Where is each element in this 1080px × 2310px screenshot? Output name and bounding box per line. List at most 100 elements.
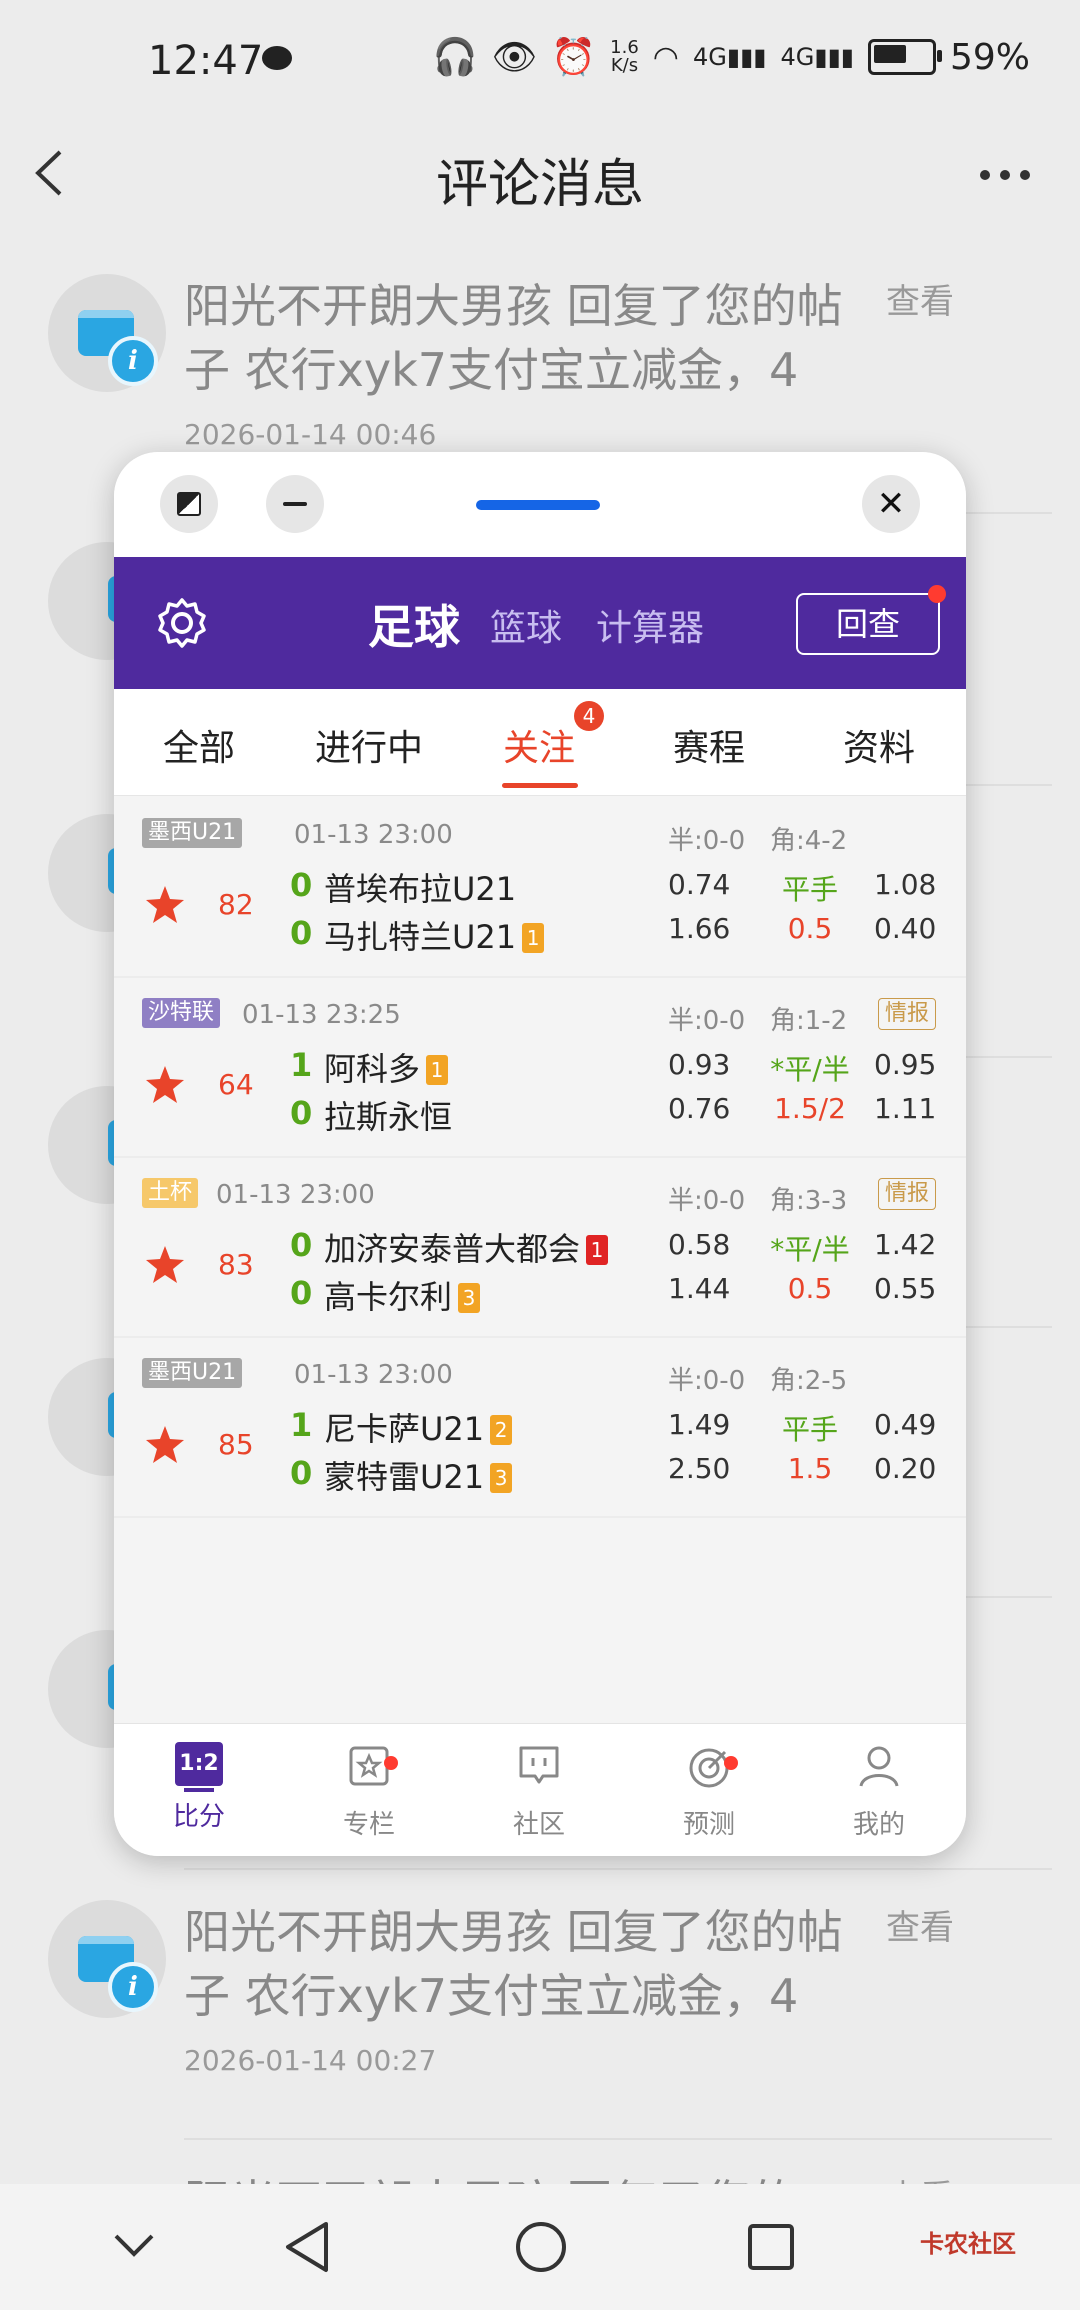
match-minute: 83 xyxy=(218,1248,254,1281)
divider xyxy=(966,1056,1052,1058)
odds-away: 0.49 xyxy=(874,1408,937,1441)
match-time: 01-13 23:25 xyxy=(242,1000,401,1030)
score-icon: 1:2 xyxy=(175,1742,223,1786)
minimize-icon[interactable] xyxy=(266,475,324,533)
half-score: 半:0-0 xyxy=(668,1006,746,1036)
tab-all[interactable]: 全部 xyxy=(114,719,284,771)
corner-count: 角:3-3 xyxy=(770,1186,848,1216)
fullscreen-toggle-icon[interactable] xyxy=(160,475,218,533)
tab-basketball[interactable]: 篮球 xyxy=(490,599,562,651)
card-count-badge: 3 xyxy=(458,1283,481,1313)
match-row[interactable]: 土杯 01-13 23:00 半:0-0 角:3-3 情报 83 0 加济安泰普大都会 1 0 高卡… xyxy=(114,1156,966,1338)
league-badge: 墨西U21 xyxy=(142,818,243,848)
star-icon[interactable] xyxy=(144,1424,186,1466)
bottom-nav: 1:2 比分 专栏 社区 预测 我的 xyxy=(114,1723,966,1856)
drag-handle[interactable] xyxy=(476,500,600,510)
match-minute: 82 xyxy=(218,888,254,921)
star-icon[interactable] xyxy=(144,1244,186,1286)
divider xyxy=(966,1596,1052,1598)
community-icon xyxy=(519,1746,559,1784)
intel-badge[interactable]: 情报 xyxy=(878,998,936,1030)
match-row[interactable]: 墨西U21 01-13 23:00 半:0-0 角:2-5 85 1 尼卡萨U21 2 0 蒙特雷… xyxy=(114,1336,966,1518)
odds-away-2: 0.20 xyxy=(874,1452,937,1485)
app-header: 评论消息 xyxy=(0,120,1080,230)
tab-calculator[interactable]: 计算器 xyxy=(596,599,704,651)
home-team: 普埃布拉U21 xyxy=(324,870,517,908)
odds-home: 0.74 xyxy=(668,868,731,901)
handicap-line: 1.5 xyxy=(787,1452,833,1485)
intel-badge[interactable]: 情报 xyxy=(878,1178,936,1210)
status-bar: 12:47 🎧 👁 ⏰ 1.6 K/s ◠ 4G▮▮▮ 4G▮▮▮ 59% xyxy=(0,0,1080,120)
tab-schedule[interactable]: 赛程 xyxy=(624,719,794,771)
home-score: 0 xyxy=(290,1226,313,1264)
odds-away-2: 1.11 xyxy=(874,1092,937,1125)
active-tab-indicator xyxy=(502,783,578,788)
match-row[interactable]: 墨西U21 01-13 23:00 半:0-0 角:4-2 82 0 普埃布拉U21 0 马扎特… xyxy=(114,796,966,978)
away-team: 高卡尔利 3 xyxy=(324,1272,481,1318)
view-link[interactable]: 查看 xyxy=(886,274,954,323)
divider xyxy=(966,1326,1052,1328)
handicap: *平/半 xyxy=(770,1233,850,1266)
message-notification-icon xyxy=(262,46,292,70)
recents-square-icon[interactable] xyxy=(746,2222,796,2272)
collapse-icon[interactable] xyxy=(112,2230,156,2260)
alarm-icon: ⏰ xyxy=(551,37,597,78)
nav-profile[interactable]: 我的 xyxy=(794,1742,964,1841)
half-score: 半:0-0 xyxy=(668,1186,746,1216)
notification-dot xyxy=(384,1756,398,1770)
more-options-icon[interactable] xyxy=(980,170,1030,180)
match-minute: 85 xyxy=(218,1428,254,1461)
corner-count: 角:1-2 xyxy=(770,1006,848,1036)
notification-dot xyxy=(928,585,946,603)
star-icon[interactable] xyxy=(144,1064,186,1106)
gear-icon[interactable] xyxy=(154,595,210,651)
wifi-icon: ◠ xyxy=(652,39,679,75)
odds-away: 1.42 xyxy=(874,1228,937,1261)
system-nav-bar: 卡农社区 xyxy=(0,2184,1080,2310)
nav-score[interactable]: 1:2 比分 xyxy=(114,1742,284,1833)
star-icon[interactable] xyxy=(144,884,186,926)
handicap-line: 1.5/2 xyxy=(774,1092,846,1125)
window-titlebar: ✕ xyxy=(114,452,966,557)
profile-icon xyxy=(859,1746,899,1787)
back-triangle-icon[interactable] xyxy=(282,2220,332,2274)
view-link[interactable]: 查看 xyxy=(886,1900,954,1949)
match-row[interactable]: 沙特联 01-13 23:25 半:0-0 角:1-2 情报 64 1 阿科多 1 0 拉斯永恒 0.… xyxy=(114,976,966,1158)
away-team: 拉斯永恒 xyxy=(324,1098,453,1136)
recheck-button[interactable]: 回查 xyxy=(796,585,946,655)
status-time: 12:47 xyxy=(148,38,264,84)
tab-football[interactable]: 足球 xyxy=(368,591,460,657)
close-icon[interactable]: ✕ xyxy=(862,475,920,533)
away-score: 0 xyxy=(290,914,313,952)
handicap-line: 0.5 xyxy=(787,912,833,945)
away-team: 蒙特雷U21 3 xyxy=(324,1452,513,1498)
card-count-badge: 3 xyxy=(490,1463,513,1493)
odds-away-2: 0.55 xyxy=(874,1272,937,1305)
half-score: 半:0-0 xyxy=(668,1366,746,1396)
card-count-badge: 1 xyxy=(586,1235,609,1265)
follow-count-badge: 4 xyxy=(574,701,604,731)
message-text: 阳光不开朗大男孩 回复了您的帖子 农行xyk7支付宝立减金，4 xyxy=(184,1905,843,2023)
nav-predict[interactable]: 预测 xyxy=(624,1742,794,1841)
net-speed: 1.6 K/s xyxy=(610,37,639,76)
half-score: 半:0-0 xyxy=(668,826,746,856)
notification-avatar-icon: i xyxy=(48,1900,166,2018)
message-item[interactable]: i 阳光不开朗大男孩 回复了您的帖子 农行xyk7支付宝立减金，4 2026-0… xyxy=(0,1900,1080,2170)
signal-icon-1: 4G▮▮▮ xyxy=(692,43,767,71)
nav-community[interactable]: 社区 xyxy=(454,1742,624,1841)
signal-icon-2: 4G▮▮▮ xyxy=(780,43,854,71)
home-circle-icon[interactable] xyxy=(514,2220,568,2274)
notification-dot xyxy=(724,1756,738,1770)
tab-live[interactable]: 进行中 xyxy=(284,719,454,771)
handicap: 平手 xyxy=(781,1413,838,1446)
nav-column[interactable]: 专栏 xyxy=(284,1742,454,1841)
odds-home: 0.93 xyxy=(668,1048,731,1081)
tab-data[interactable]: 资料 xyxy=(794,719,964,771)
card-count-badge: 1 xyxy=(522,923,545,953)
card-count-badge: 1 xyxy=(426,1055,449,1085)
home-team: 尼卡萨U21 2 xyxy=(324,1404,513,1450)
divider xyxy=(184,1868,1052,1870)
odds-home: 1.49 xyxy=(668,1408,731,1441)
odds-away: 0.95 xyxy=(874,1048,937,1081)
divider xyxy=(184,2138,1052,2140)
